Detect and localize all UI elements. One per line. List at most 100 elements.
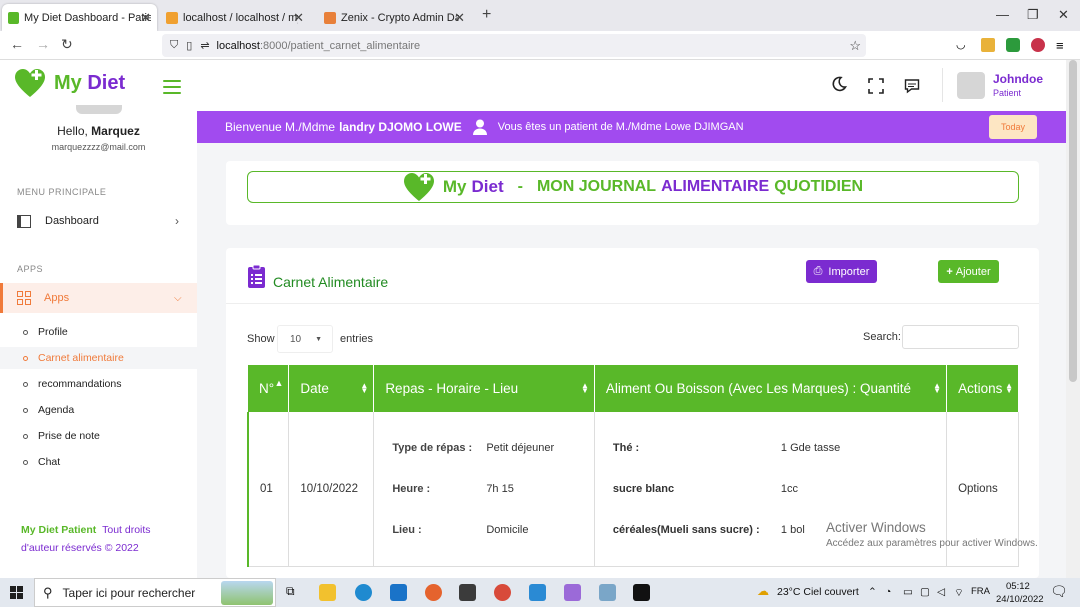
close-tab-icon[interactable]: ✕ (454, 10, 465, 26)
welcome-patient-of: Vous êtes un patient de M./Mdme Lowe DJI… (497, 121, 744, 133)
chrome-icon[interactable] (494, 584, 511, 601)
windows-taskbar: ⚲ Taper ici pour rechercher ⧉ ☁ 23°C Cie… (0, 578, 1080, 607)
user-avatar[interactable] (957, 72, 985, 99)
display-icon[interactable]: ▢ (920, 586, 930, 598)
sidebar-item-dashboard[interactable]: Dashboard › (0, 210, 197, 232)
tab-title: My Diet Dashboard - Patient (24, 11, 151, 24)
file-explorer-icon[interactable] (319, 584, 336, 601)
journal-banner: My Diet - MON JOURNAL ALIMENTAIRE QUOTID… (247, 171, 1019, 203)
cell-number: 01 (247, 412, 290, 567)
adblock-icon[interactable] (1006, 38, 1020, 52)
menu-icon[interactable]: ≡ (1056, 38, 1070, 53)
close-tab-icon[interactable]: ✕ (140, 10, 151, 26)
restore-icon[interactable]: ❐ (1027, 7, 1039, 23)
browser-tab-active[interactable]: My Diet Dashboard - Patient ✕ (2, 4, 157, 31)
sublime-text-icon[interactable] (459, 584, 476, 601)
task-view-icon[interactable]: ⧉ (286, 584, 303, 601)
chevron-right-icon: › (175, 214, 179, 228)
sidebar-subitem-recommandations[interactable]: recommandations (0, 373, 197, 395)
brand-name: My Diet (54, 71, 126, 94)
terminal-icon[interactable] (633, 584, 650, 601)
dark-mode-moon-icon[interactable] (831, 76, 847, 92)
print-icon: ⎙ (813, 265, 823, 277)
sidebar-subitem-profile[interactable]: Profile (0, 321, 197, 343)
cell-repas: Type de répas : Petit déjeuner Heure : 7h … (373, 412, 595, 567)
mail-icon[interactable] (390, 584, 407, 601)
header-user-role: Patient (993, 88, 1022, 98)
forward-icon[interactable]: → (36, 36, 50, 52)
search-input[interactable] (902, 325, 1019, 349)
close-window-icon[interactable]: ✕ (1058, 7, 1069, 23)
sidebar-item-label: Apps (44, 292, 70, 304)
windows-start-icon[interactable] (10, 586, 23, 599)
today-button[interactable]: Today (989, 115, 1037, 139)
sort-icon: ▲ ▼ (360, 381, 369, 395)
minimize-icon[interactable]: — (996, 7, 1009, 22)
wifi-icon[interactable]: ⌔ (954, 586, 964, 600)
food-label: céréales(Mueli sans sucre) : (612, 523, 760, 536)
new-tab-icon[interactable]: + (482, 6, 491, 24)
extension-icon[interactable] (1031, 38, 1045, 52)
sidebar-item-apps[interactable]: Apps ⌵ (0, 283, 197, 313)
import-button[interactable]: ⎙ Importer (806, 260, 877, 283)
vscode-icon[interactable] (529, 584, 546, 601)
tab-title: Zenix - Crypto Admin Dashboa (341, 11, 459, 24)
heart-plus-icon (403, 173, 434, 201)
scrollbar-thumb[interactable] (1069, 60, 1077, 382)
header-divider (942, 68, 943, 102)
reload-icon[interactable]: ↻ (61, 36, 73, 53)
th-date[interactable]: Date ▲ ▼ (288, 365, 375, 412)
back-icon[interactable]: ← (10, 36, 24, 52)
bookmark-star-icon[interactable]: ☆ (849, 38, 861, 54)
browser-tab[interactable]: Zenix - Crypto Admin Dashboa ✕ (318, 4, 471, 31)
add-button[interactable]: + Ajouter (938, 260, 999, 283)
shield-icon: ⛉ (170, 39, 179, 51)
sidebar-subitem-carnet-alimentaire[interactable]: Carnet alimentaire (0, 347, 197, 369)
sidebar-subitem-chat[interactable]: Chat (0, 451, 197, 473)
hamburger-menu-icon[interactable] (163, 76, 181, 98)
url-bar[interactable]: ⛉ ▯ ⇌ localhost:8000/patient_carnet_alim… (162, 34, 866, 57)
weather-icon: ☁ (757, 584, 769, 598)
caret-down-icon: ▼ (315, 335, 322, 343)
carnet-title: Carnet Alimentaire (273, 274, 389, 290)
sidebar-item-label: Dashboard (45, 215, 99, 227)
app-icon[interactable] (564, 584, 581, 601)
th-number[interactable]: N° ▲ (248, 365, 290, 412)
search-highlight-image (221, 581, 273, 605)
extension-icon[interactable] (981, 38, 995, 52)
network-icon[interactable]: ◔ (885, 586, 891, 598)
volume-icon[interactable]: ◁ (937, 586, 945, 598)
language-indicator[interactable]: FRA (971, 586, 990, 597)
chevron-up-icon[interactable]: ⌃ (868, 586, 877, 598)
cell-date: 10/10/2022 (288, 412, 375, 567)
pocket-icon[interactable]: ◡ (956, 38, 970, 52)
entries-select[interactable]: 10 ▼ (277, 325, 333, 353)
taskbar-search-input[interactable]: ⚲ Taper ici pour rechercher (34, 578, 276, 607)
sidebar-subitem-agenda[interactable]: Agenda (0, 399, 197, 421)
battery-icon[interactable]: ▭ (903, 586, 913, 598)
page-scrollbar[interactable] (1066, 60, 1080, 578)
th-repas[interactable]: Repas - Horaire - Lieu ▲ ▼ (373, 365, 595, 412)
banner-dash: - (517, 178, 523, 195)
edge-icon[interactable] (355, 584, 372, 601)
fullscreen-icon[interactable] (868, 78, 884, 94)
brand-logo[interactable]: My Diet (14, 68, 125, 98)
th-aliment[interactable]: Aliment Ou Boisson (Avec Les Marques) : … (594, 365, 948, 412)
weather-text[interactable]: 23°C Ciel couvert (777, 586, 859, 598)
clock-date[interactable]: 24/10/2022 (996, 594, 1044, 605)
header-user-name[interactable]: Johndoe (993, 72, 1043, 86)
table-header-row: N° ▲ Date ▲ ▼ Repas - Horaire - Lieu ▲ ▼ Alim… (248, 365, 1019, 412)
notification-icon[interactable]: 🗨 (1050, 583, 1068, 600)
firefox-icon[interactable] (425, 584, 442, 601)
chat-icon[interactable] (904, 78, 920, 94)
sidebar-subitem-prise-de-note[interactable]: Prise de note (0, 425, 197, 447)
welcome-bar: Bienvenue M./Mdme landry DJOMO LOWE Vous… (197, 111, 1066, 143)
app-icon[interactable] (599, 584, 616, 601)
th-actions[interactable]: Actions ▲ ▼ (946, 365, 1019, 412)
close-tab-icon[interactable]: ✕ (293, 10, 304, 26)
clock-time[interactable]: 05:12 (1006, 581, 1030, 592)
sidebar-footer: My Diet Patient Tout droits d'auteur rés… (21, 524, 151, 554)
food-label: Thé : (612, 441, 640, 454)
show-label: Show (247, 333, 275, 345)
browser-tab[interactable]: localhost / localhost / mydiet / ✕ (160, 4, 310, 31)
